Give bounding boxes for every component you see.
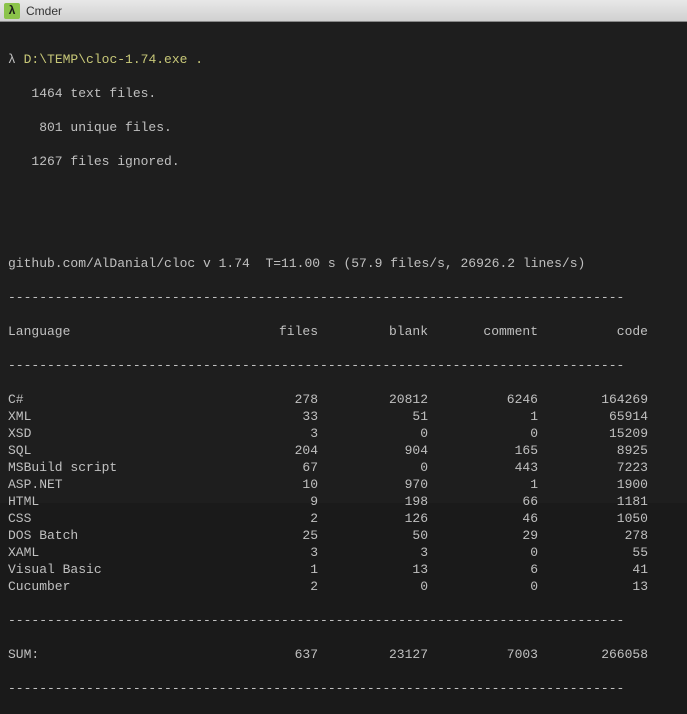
cell-files: 10 xyxy=(208,476,318,493)
sum-blank: 23127 xyxy=(318,646,428,663)
separator-line: ----------------------------------------… xyxy=(8,357,679,374)
cell-blank: 126 xyxy=(318,510,428,527)
cell-comment: 46 xyxy=(428,510,538,527)
window-titlebar[interactable]: λ Cmder xyxy=(0,0,687,22)
cell-language: ASP.NET xyxy=(8,476,208,493)
lambda-icon: λ xyxy=(4,3,20,19)
table-header-row: Languagefilesblankcommentcode xyxy=(8,323,679,340)
cell-blank: 970 xyxy=(318,476,428,493)
cell-files: 3 xyxy=(208,425,318,442)
col-header-language: Language xyxy=(8,323,208,340)
table-row: XAML33055 xyxy=(8,544,679,561)
table-row: SQL2049041658925 xyxy=(8,442,679,459)
window-title: Cmder xyxy=(26,4,62,18)
table-row: XML3351165914 xyxy=(8,408,679,425)
cell-code: 13 xyxy=(538,578,648,595)
cell-code: 164269 xyxy=(538,391,648,408)
cell-comment: 1 xyxy=(428,408,538,425)
cell-language: Cucumber xyxy=(8,578,208,595)
table-row: DOS Batch255029278 xyxy=(8,527,679,544)
cell-blank: 20812 xyxy=(318,391,428,408)
command-prompt-line: λ D:\TEMP\cloc-1.74.exe . xyxy=(8,51,679,68)
cell-files: 3 xyxy=(208,544,318,561)
cell-language: C# xyxy=(8,391,208,408)
cell-language: HTML xyxy=(8,493,208,510)
cell-files: 1 xyxy=(208,561,318,578)
sum-code: 266058 xyxy=(538,646,648,663)
prompt-lambda: λ xyxy=(8,52,16,67)
cell-code: 1900 xyxy=(538,476,648,493)
cell-language: SQL xyxy=(8,442,208,459)
col-header-files: files xyxy=(208,323,318,340)
cell-code: 65914 xyxy=(538,408,648,425)
cell-comment: 0 xyxy=(428,544,538,561)
cell-blank: 904 xyxy=(318,442,428,459)
cell-blank: 0 xyxy=(318,578,428,595)
cell-language: CSS xyxy=(8,510,208,527)
cell-language: Visual Basic xyxy=(8,561,208,578)
table-row: C#278208126246164269 xyxy=(8,391,679,408)
cell-blank: 0 xyxy=(318,425,428,442)
col-header-code: code xyxy=(538,323,648,340)
table-row: MSBuild script6704437223 xyxy=(8,459,679,476)
table-sum-row: SUM:637231277003266058 xyxy=(8,646,679,663)
cell-blank: 13 xyxy=(318,561,428,578)
cell-blank: 3 xyxy=(318,544,428,561)
cell-comment: 0 xyxy=(428,425,538,442)
cell-code: 1050 xyxy=(538,510,648,527)
separator-line: ----------------------------------------… xyxy=(8,680,679,697)
cell-code: 41 xyxy=(538,561,648,578)
cell-comment: 443 xyxy=(428,459,538,476)
cell-comment: 1 xyxy=(428,476,538,493)
sum-comment: 7003 xyxy=(428,646,538,663)
text-files-count: 1464 text files. xyxy=(8,85,679,102)
cell-comment: 6 xyxy=(428,561,538,578)
col-header-comment: comment xyxy=(428,323,538,340)
sum-label: SUM: xyxy=(8,646,208,663)
ignored-files-count: 1267 files ignored. xyxy=(8,153,679,170)
cell-code: 7223 xyxy=(538,459,648,476)
cell-files: 2 xyxy=(208,510,318,527)
cell-comment: 165 xyxy=(428,442,538,459)
cell-comment: 6246 xyxy=(428,391,538,408)
cell-blank: 51 xyxy=(318,408,428,425)
unique-files-count: 801 unique files. xyxy=(8,119,679,136)
cell-code: 55 xyxy=(538,544,648,561)
command-text: D:\TEMP\cloc-1.74.exe . xyxy=(24,52,203,67)
table-row: Cucumber20013 xyxy=(8,578,679,595)
cell-code: 8925 xyxy=(538,442,648,459)
cell-blank: 0 xyxy=(318,459,428,476)
cell-language: XML xyxy=(8,408,208,425)
cell-language: XAML xyxy=(8,544,208,561)
cell-code: 278 xyxy=(538,527,648,544)
sum-files: 637 xyxy=(208,646,318,663)
cell-language: DOS Batch xyxy=(8,527,208,544)
table-row: XSD30015209 xyxy=(8,425,679,442)
cell-files: 25 xyxy=(208,527,318,544)
cell-blank: 50 xyxy=(318,527,428,544)
cloc-header-line: github.com/AlDanial/cloc v 1.74 T=11.00 … xyxy=(8,255,679,272)
cell-code: 1181 xyxy=(538,493,648,510)
cell-files: 2 xyxy=(208,578,318,595)
table-row: ASP.NET1097011900 xyxy=(8,476,679,493)
cell-comment: 0 xyxy=(428,578,538,595)
cell-files: 204 xyxy=(208,442,318,459)
table-row: HTML9198661181 xyxy=(8,493,679,510)
cell-files: 9 xyxy=(208,493,318,510)
cell-language: XSD xyxy=(8,425,208,442)
col-header-blank: blank xyxy=(318,323,428,340)
cell-files: 33 xyxy=(208,408,318,425)
table-row: Visual Basic113641 xyxy=(8,561,679,578)
cell-files: 278 xyxy=(208,391,318,408)
separator-line: ----------------------------------------… xyxy=(8,289,679,306)
separator-line: ----------------------------------------… xyxy=(8,612,679,629)
cell-comment: 66 xyxy=(428,493,538,510)
cell-comment: 29 xyxy=(428,527,538,544)
cell-code: 15209 xyxy=(538,425,648,442)
cell-blank: 198 xyxy=(318,493,428,510)
cell-files: 67 xyxy=(208,459,318,476)
table-row: CSS2126461050 xyxy=(8,510,679,527)
cell-language: MSBuild script xyxy=(8,459,208,476)
terminal-output[interactable]: λ D:\TEMP\cloc-1.74.exe . 1464 text file… xyxy=(0,22,687,503)
